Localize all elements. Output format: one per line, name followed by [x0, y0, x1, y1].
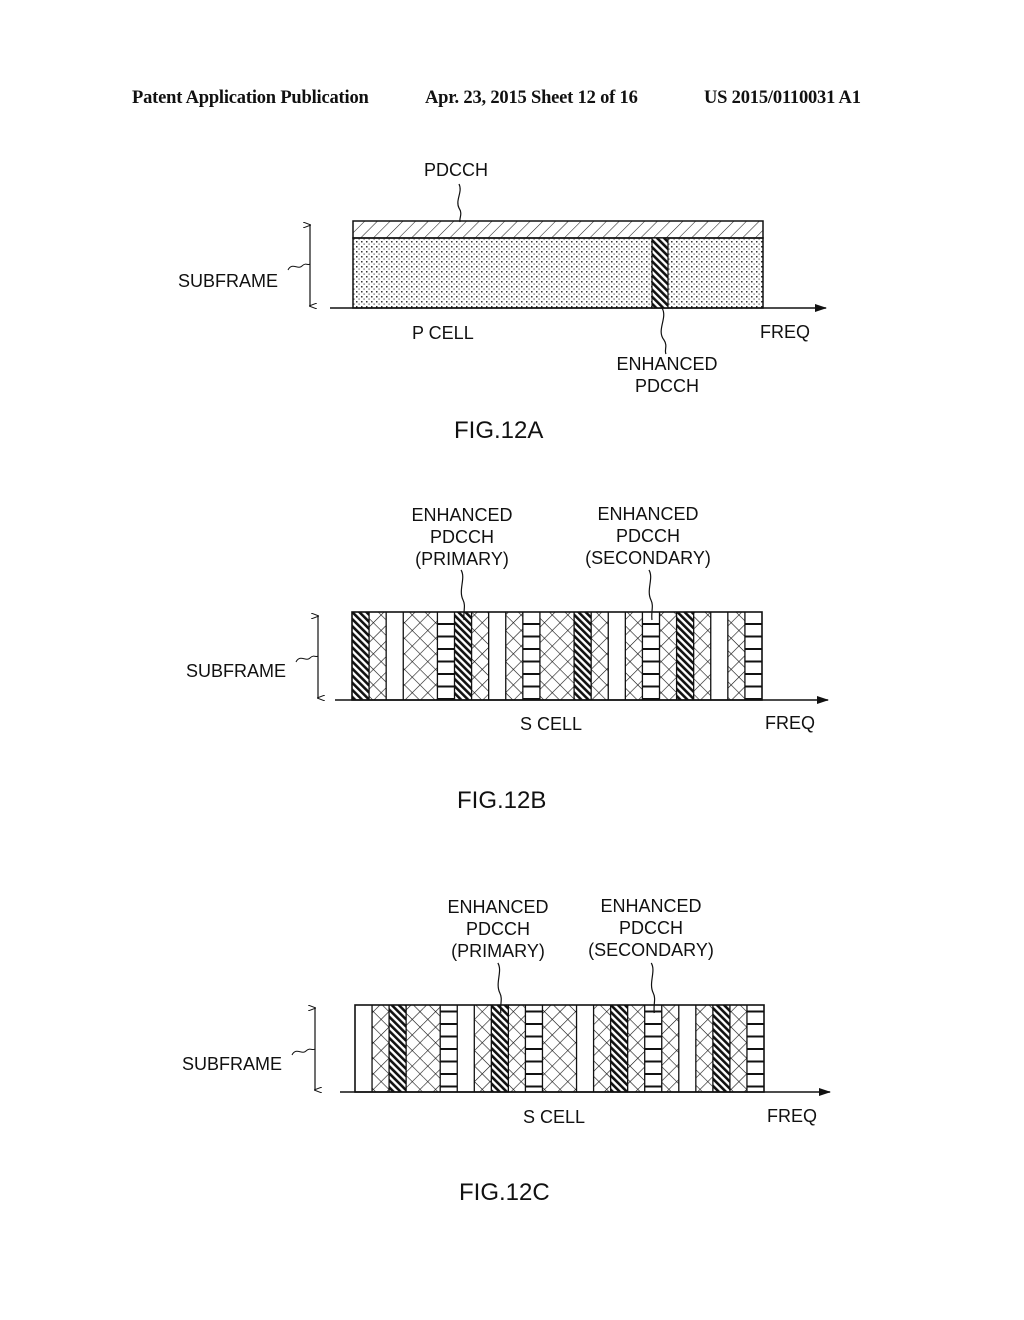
subframe-label: SUBFRAME: [178, 271, 278, 291]
column-white: [678, 1005, 696, 1092]
enhanced-leader-line: [660, 307, 667, 355]
primary-callout-line2: PDCCH: [466, 919, 530, 939]
pdcch-leader-line: [457, 183, 462, 223]
column-cross: [406, 1005, 424, 1092]
column-cross: [625, 612, 643, 700]
subframe-label: SUBFRAME: [186, 661, 286, 681]
column-white: [355, 1005, 373, 1092]
figure-caption-12c: FIG.12C: [459, 1179, 550, 1206]
figure-12a: PDCCH SUBFRAME P CELL FREQ ENHANCED PDCC…: [178, 160, 827, 444]
subframe-tilde: [287, 263, 311, 271]
cell-label: S CELL: [523, 1107, 585, 1127]
secondary-callout-line1: ENHANCED: [597, 504, 698, 524]
primary-callout-line1: ENHANCED: [411, 505, 512, 525]
column-cross: [471, 612, 489, 700]
enhanced-pdcch-label-line1: ENHANCED: [616, 354, 717, 374]
column-diag: [574, 612, 592, 700]
primary-callout-line3: (PRIMARY): [451, 941, 545, 961]
column-diag: [389, 1005, 407, 1092]
column-white: [488, 612, 506, 700]
column-cross: [372, 1005, 390, 1092]
column-cross: [591, 612, 609, 700]
column-diag: [676, 612, 694, 700]
subframe-tilde: [295, 655, 319, 663]
figure-caption-12a: FIG.12A: [454, 417, 543, 444]
column-cross: [693, 612, 711, 700]
column-cross: [423, 1005, 441, 1092]
primary-callout-line1: ENHANCED: [447, 897, 548, 917]
secondary-callout-line2: PDCCH: [616, 526, 680, 546]
subframe-tilde: [291, 1048, 316, 1056]
secondary-callout-line1: ENHANCED: [600, 896, 701, 916]
column-cross: [420, 612, 438, 700]
column-ladder: [746, 1005, 764, 1092]
column-ladder: [644, 1005, 662, 1092]
column-cross: [661, 1005, 679, 1092]
figure-12c: ENHANCED PDCCH (PRIMARY) ENHANCED PDCCH …: [182, 896, 831, 1206]
column-ladder: [525, 1005, 543, 1092]
figure-caption-12b: FIG.12B: [457, 787, 546, 814]
pdcch-band: [352, 220, 764, 239]
subframe-strip: [354, 1004, 765, 1093]
column-cross: [659, 612, 677, 700]
column-cross: [403, 612, 421, 700]
column-cross: [695, 1005, 713, 1092]
cell-label: P CELL: [412, 323, 474, 343]
column-cross: [369, 612, 387, 700]
enhanced-pdcch-label-line2: PDCCH: [635, 376, 699, 396]
data-region: [352, 237, 764, 309]
column-ladder: [437, 612, 455, 700]
column-diag: [454, 612, 472, 700]
column-ladder: [522, 612, 540, 700]
figure-canvas: PDCCH SUBFRAME P CELL FREQ ENHANCED PDCC…: [178, 160, 831, 1206]
column-cross: [542, 1005, 560, 1092]
freq-label: FREQ: [765, 713, 815, 733]
subframe-strip: [351, 611, 763, 701]
freq-label: FREQ: [767, 1106, 817, 1126]
primary-callout-line3: (PRIMARY): [415, 549, 509, 569]
column-diag: [491, 1005, 509, 1092]
column-white: [386, 612, 404, 700]
column-white: [457, 1005, 475, 1092]
secondary-callout-line3: (SECONDARY): [585, 548, 711, 568]
figure-12b: ENHANCED PDCCH (PRIMARY) ENHANCED PDCCH …: [186, 504, 829, 814]
subframe-label: SUBFRAME: [182, 1054, 282, 1074]
column-cross: [474, 1005, 492, 1092]
column-cross: [593, 1005, 611, 1092]
column-diag: [352, 612, 370, 700]
column-cross: [505, 612, 523, 700]
column-cross: [727, 612, 745, 700]
column-white: [710, 612, 728, 700]
pdcch-callout-label: PDCCH: [424, 160, 488, 180]
column-ladder: [744, 612, 762, 700]
column-cross: [627, 1005, 645, 1092]
enhanced-pdcch-column: [651, 237, 669, 309]
freq-label: FREQ: [760, 322, 810, 342]
column-diag: [610, 1005, 628, 1092]
column-cross: [729, 1005, 747, 1092]
column-diag: [712, 1005, 730, 1092]
column-ladder: [440, 1005, 458, 1092]
column-cross: [508, 1005, 526, 1092]
column-ladder: [642, 612, 660, 700]
primary-callout-line2: PDCCH: [430, 527, 494, 547]
column-cross: [559, 1005, 577, 1092]
column-cross: [539, 612, 557, 700]
column-white: [608, 612, 626, 700]
cell-label: S CELL: [520, 714, 582, 734]
column-white: [576, 1005, 594, 1092]
secondary-callout-line3: (SECONDARY): [588, 940, 714, 960]
column-cross: [557, 612, 575, 700]
secondary-callout-line2: PDCCH: [619, 918, 683, 938]
